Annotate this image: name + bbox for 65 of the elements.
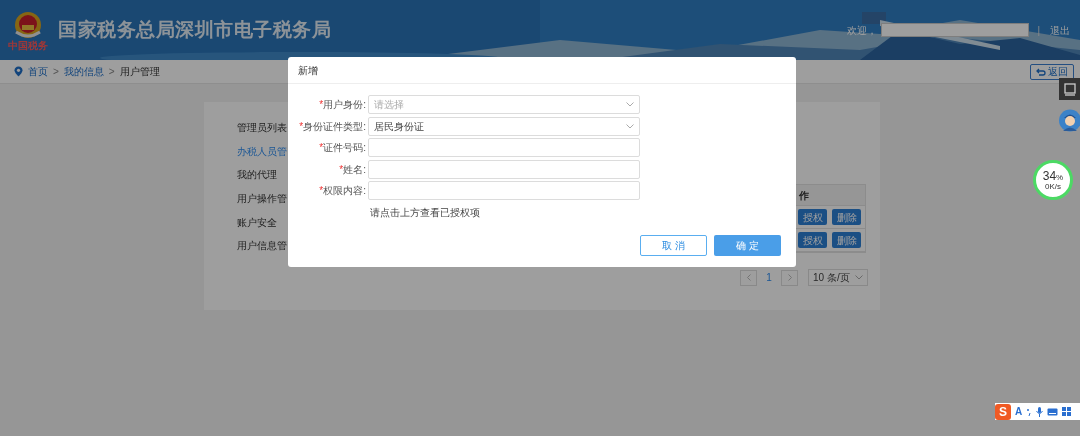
confirm-button[interactable]: 确 定 [714, 235, 781, 256]
column-header: 作 [795, 185, 865, 206]
menu-item[interactable]: 管理员列表 [237, 119, 287, 137]
input-mode-toggle[interactable]: A [1015, 406, 1023, 417]
input-field[interactable] [368, 138, 640, 157]
speed-rate: 0K/s [1045, 182, 1061, 191]
action-button[interactable]: 删除 [832, 209, 861, 225]
menu-item[interactable]: 办税人员管 [237, 142, 287, 161]
microphone-icon[interactable] [1036, 406, 1044, 417]
select-placeholder: 请选择 [374, 98, 404, 112]
breadcrumb-separator: > [53, 65, 59, 79]
return-arrow-icon [1036, 67, 1046, 76]
action-button[interactable]: 授权 [798, 232, 827, 248]
menu-item[interactable]: 账户安全 [237, 213, 287, 231]
emblem-icon [13, 9, 43, 40]
location-pin-icon [14, 66, 23, 77]
required-mark: * [319, 142, 324, 153]
punctuation-icon[interactable] [1026, 407, 1033, 416]
field-label: 用户身份: [323, 99, 366, 110]
required-mark: * [319, 99, 324, 110]
percent-unit: % [1056, 173, 1064, 182]
breadcrumb-link[interactable]: 我的信息 [63, 64, 104, 79]
required-mark: * [319, 185, 324, 196]
page-size-select[interactable]: 10 条/页 [808, 269, 868, 286]
select-field[interactable]: 居民身份证 [368, 116, 640, 136]
input-field[interactable] [368, 159, 640, 179]
keyboard-icon[interactable] [1047, 407, 1059, 416]
menu-item[interactable]: 用户操作管 [237, 189, 287, 208]
logout-link[interactable]: 退出 [1050, 22, 1070, 38]
breadcrumb-separator: > [108, 65, 115, 79]
field-label: 身份证件类型: [303, 120, 366, 132]
page-number[interactable]: 1 [763, 269, 775, 286]
grid-icon[interactable] [1062, 407, 1072, 416]
speed-percent: 34 [1042, 169, 1057, 182]
menu-item[interactable]: 我的代理 [237, 166, 287, 184]
menu-item[interactable]: 用户信息管 [237, 236, 287, 255]
chevron-right-icon [787, 274, 792, 281]
field-label: 姓名: [343, 163, 366, 175]
chevron-down-icon [855, 275, 863, 280]
hint-text: 请点击上方查看已授权项 [370, 206, 481, 220]
welcome-label: 欢迎， [847, 23, 878, 38]
breadcrumb-link[interactable]: 首页 [28, 64, 48, 79]
field-label: 证件号码: [323, 142, 366, 153]
side-book-button[interactable] [1059, 78, 1080, 100]
field-label: 权限内容: [323, 185, 366, 196]
chevron-left-icon [746, 274, 751, 281]
avatar-icon [1059, 109, 1080, 132]
action-button[interactable]: 授权 [798, 209, 827, 225]
breadcrumb-link[interactable]: 用户管理 [119, 64, 160, 79]
site-title: 国家税务总局深圳市电子税务局 [58, 17, 331, 42]
back-button[interactable]: 返回 [1030, 63, 1074, 80]
required-mark: * [339, 163, 344, 175]
action-button[interactable]: 删除 [832, 232, 861, 248]
cancel-button[interactable]: 取 消 [640, 235, 707, 256]
required-mark: * [299, 120, 304, 132]
page-size-value: 10 条/页 [813, 271, 850, 285]
input-field[interactable] [368, 181, 640, 200]
select-value: 居民身份证 [374, 119, 424, 134]
emblem-caption: 中国税务 [8, 40, 48, 51]
select-field[interactable]: 请选择 [368, 95, 640, 114]
ime-logo[interactable]: S [995, 403, 1011, 420]
chevron-down-icon [626, 102, 634, 107]
separator: | [1037, 23, 1040, 38]
dialog-title: 新增 [298, 63, 318, 78]
chevron-down-icon [626, 123, 634, 129]
